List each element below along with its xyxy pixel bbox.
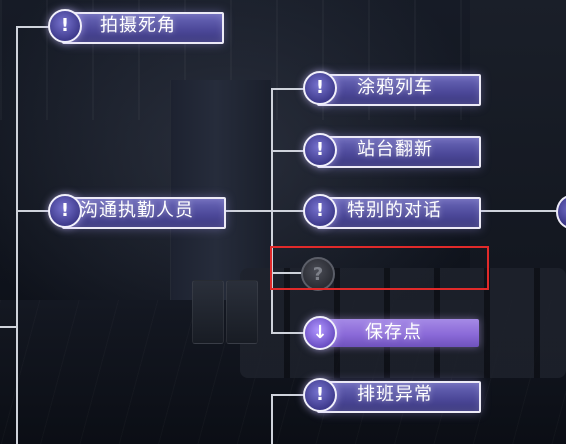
- branch-line: [0, 326, 16, 328]
- sub-trunk-line: [271, 394, 273, 444]
- node-label: 特别的对话: [347, 200, 442, 221]
- story-node-2[interactable]: ! 沟通执勤人员: [48, 194, 226, 229]
- story-node-3[interactable]: ! 涂鸦列车: [303, 71, 481, 106]
- exclamation-icon: !: [303, 378, 337, 412]
- branch-line: [271, 394, 305, 396]
- locked-node-highlight: [270, 246, 489, 290]
- node-label: 站台翻新: [357, 139, 433, 160]
- exclamation-icon: !: [48, 9, 82, 43]
- trash-bin: [192, 280, 224, 344]
- branch-line: [271, 332, 305, 334]
- branch-line: [16, 210, 50, 212]
- story-node-1[interactable]: ! 拍摄死角: [48, 9, 224, 44]
- exclamation-icon: !: [303, 133, 337, 167]
- node-label: 涂鸦列车: [357, 77, 433, 98]
- branch-line: [16, 26, 50, 28]
- trash-bin: [226, 280, 258, 344]
- branch-line: [271, 150, 305, 152]
- story-node-8[interactable]: ! 排班异常: [303, 378, 481, 413]
- node-label: 保存点: [365, 322, 422, 343]
- exclamation-icon: !: [303, 194, 337, 228]
- node-label: 拍摄死角: [100, 15, 176, 36]
- exclamation-icon: !: [48, 194, 82, 228]
- story-flowchart-scene: ! 拍摄死角 ! 沟通执勤人员 ! 涂鸦列车 ! 站台翻新 ! 特别的对话 ? …: [0, 0, 566, 444]
- sub-trunk-line: [271, 88, 273, 334]
- branch-line: [224, 210, 304, 212]
- story-node-5[interactable]: ! 特别的对话: [303, 194, 481, 229]
- tree-trunk-line: [16, 26, 18, 444]
- save-point-node[interactable]: ↓ 保存点: [303, 316, 481, 350]
- branch-line: [480, 210, 560, 212]
- save-folder-icon: ↓: [303, 316, 337, 350]
- branch-line: [271, 88, 305, 90]
- node-label: 排班异常: [357, 384, 433, 405]
- exclamation-icon: !: [303, 71, 337, 105]
- node-label: 沟通执勤人员: [80, 200, 194, 221]
- story-node-4[interactable]: ! 站台翻新: [303, 133, 481, 168]
